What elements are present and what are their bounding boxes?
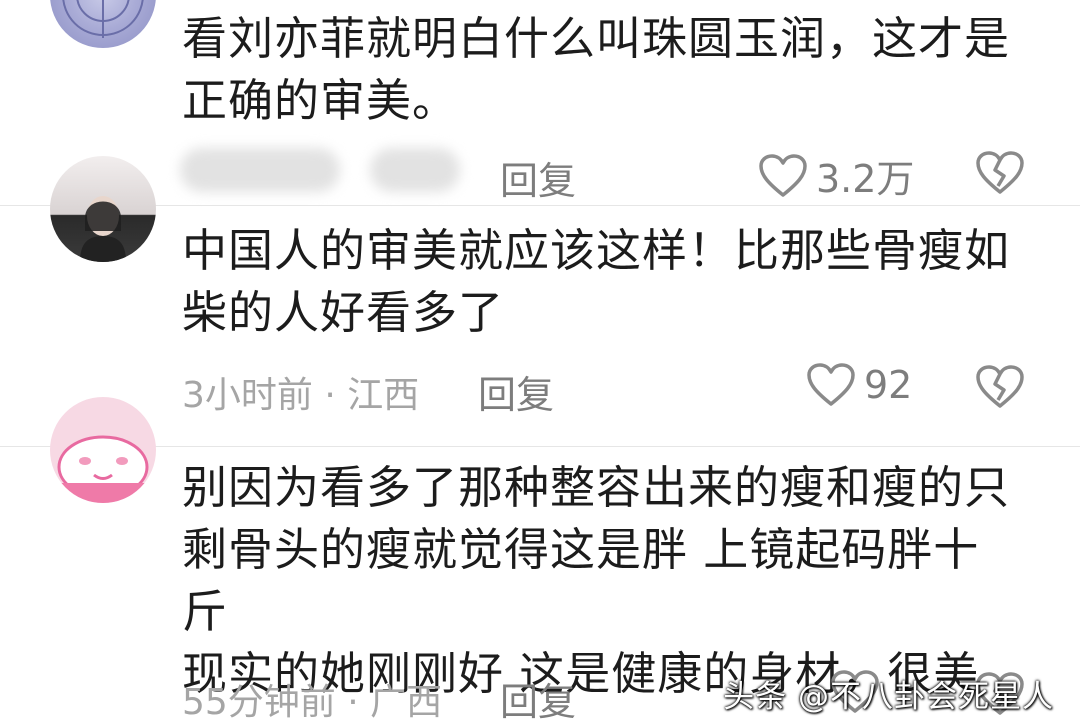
avatar-pattern — [62, 0, 144, 38]
comment-text: 别因为看多了那种整容出来的瘦和瘦的只 剩骨头的瘦就觉得这是胖 上镜起码胖十斤 现… — [182, 461, 1011, 700]
like-button[interactable]: 92 — [806, 362, 912, 408]
comment-text: 中国人的审美就应该这样！比那些骨瘦如 柴的人好看多了 — [182, 224, 1011, 339]
blurred-meta — [180, 148, 340, 192]
comment-meta: 55分钟前 · 广西 — [182, 682, 443, 723]
broken-heart-icon[interactable] — [975, 150, 1025, 196]
heart-outline-icon — [806, 362, 856, 408]
comment-1: 看刘亦菲就明白什么叫珠圆玉润，这才是 正确的审美。 回复 3.2万 — [0, 0, 1080, 205]
avatar[interactable] — [50, 0, 156, 48]
like-button[interactable]: 3.2万 — [758, 148, 914, 203]
reply-button[interactable]: 回复 — [500, 671, 576, 726]
comment-text: 看刘亦菲就明白什么叫珠圆玉润，这才是 正确的审美。 — [182, 12, 1011, 127]
blurred-meta — [370, 148, 460, 192]
reply-button[interactable]: 回复 — [500, 150, 576, 205]
avatar[interactable] — [50, 397, 156, 503]
avatar[interactable] — [50, 156, 156, 262]
comment-2: 中国人的审美就应该这样！比那些骨瘦如 柴的人好看多了 3小时前 · 江西 回复 … — [0, 156, 1080, 446]
like-count: 92 — [864, 363, 913, 407]
avatar-figure — [80, 196, 126, 262]
broken-heart-icon[interactable] — [975, 364, 1025, 410]
comment-meta: 3小时前 · 江西 — [182, 375, 420, 416]
heart-outline-icon — [758, 153, 808, 199]
like-count: 3.2万 — [816, 157, 915, 201]
reply-button[interactable]: 回复 — [478, 364, 554, 419]
avatar-cartoon — [57, 435, 149, 503]
watermark: 头条 @不八卦会死星人 — [723, 679, 1054, 715]
